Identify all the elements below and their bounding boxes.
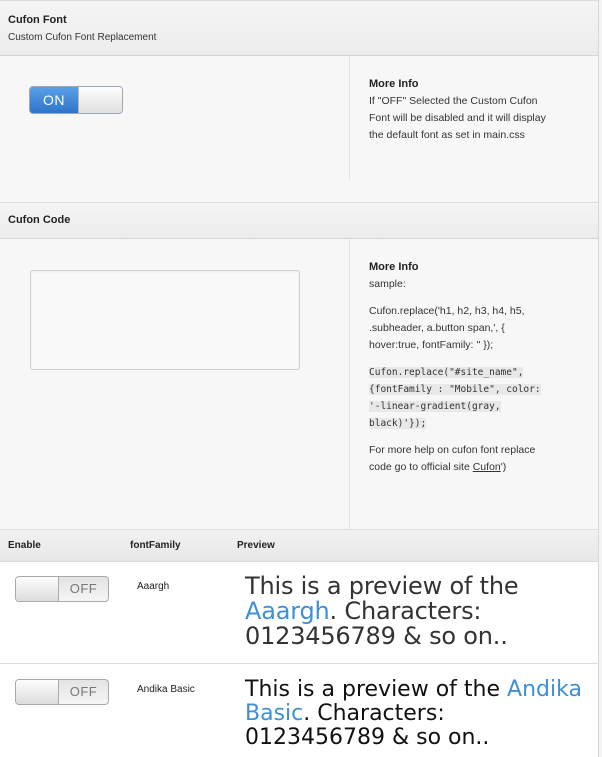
code-sample-text: Cufon.replace("#site_name", {fontFamily … [369, 367, 541, 429]
help-text-body: For more help on cufon font replace code… [369, 444, 536, 473]
cufon-font-title: Cufon Font [8, 14, 67, 26]
toggle-knob [78, 87, 122, 113]
column-divider [349, 239, 350, 529]
toggle-knob [16, 577, 59, 601]
cufon-font-subtitle: Custom Cufon Font Replacement [8, 32, 157, 43]
cufon-font-more-info: More Info If "OFF" Selected the Custom C… [369, 78, 554, 144]
column-divider [349, 56, 350, 180]
help-text-suffix: ') [500, 461, 507, 473]
sample-label: sample: [369, 278, 406, 290]
more-info-text: If "OFF" Selected the Custom Cufon Font … [369, 95, 546, 141]
font-preview: This is a preview of the Aaargh. Charact… [245, 574, 590, 649]
cufon-code-textarea[interactable] [30, 270, 300, 370]
font-preview: This is a preview of the Andika Basic. C… [245, 678, 590, 750]
font-enable-toggle[interactable]: OFF [15, 679, 109, 705]
table-row: OFF Andika Basic This is a preview of th… [0, 664, 598, 757]
cufon-font-header: Cufon Font Custom Cufon Font Replacement [0, 0, 598, 56]
cufon-code-title: Cufon Code [8, 214, 71, 226]
cufon-font-toggle[interactable]: ON [29, 86, 123, 114]
toggle-knob [16, 680, 59, 704]
toggle-off-label: OFF [69, 581, 98, 596]
cufon-code-panel: More Info sample: Cufon.replace('h1, h2,… [0, 239, 598, 530]
col-fontfamily: fontFamily [130, 540, 181, 551]
toggle-on-label: ON [30, 87, 78, 113]
col-preview: Preview [237, 540, 275, 551]
cufon-code-header: Cufon Code [0, 202, 598, 239]
sample-code-line: Cufon.replace('h1, h2, h3, h4, h5, .subh… [369, 305, 525, 351]
preview-prefix: This is a preview of the [245, 572, 519, 600]
toggle-off-label: OFF [69, 684, 98, 699]
font-family-name: Andika Basic [137, 684, 195, 695]
table-row: OFF Aaargh This is a preview of the Aaar… [0, 562, 598, 664]
font-table: Enable fontFamily Preview OFF Aaargh Thi… [0, 530, 598, 757]
help-text: For more help on cufon font replace code… [369, 442, 554, 476]
preview-prefix: This is a preview of the [245, 677, 501, 702]
cufon-code-more-info: More Info sample: Cufon.replace('h1, h2,… [369, 261, 554, 476]
settings-frame: Cufon Font Custom Cufon Font Replacement… [0, 0, 599, 757]
font-table-header: Enable fontFamily Preview [0, 530, 598, 562]
col-enable: Enable [8, 540, 41, 551]
font-family-name: Aaargh [137, 581, 170, 592]
cufon-font-panel: ON More Info If "OFF" Selected the Custo… [0, 56, 598, 203]
preview-font-name: Aaargh [245, 597, 330, 625]
code-sample: Cufon.replace("#site_name", {fontFamily … [369, 364, 554, 432]
more-info-title: More Info [369, 78, 419, 90]
font-enable-toggle[interactable]: OFF [15, 576, 109, 602]
more-info-title: More Info [369, 261, 419, 273]
cufon-site-link[interactable]: Cufon [473, 461, 501, 473]
